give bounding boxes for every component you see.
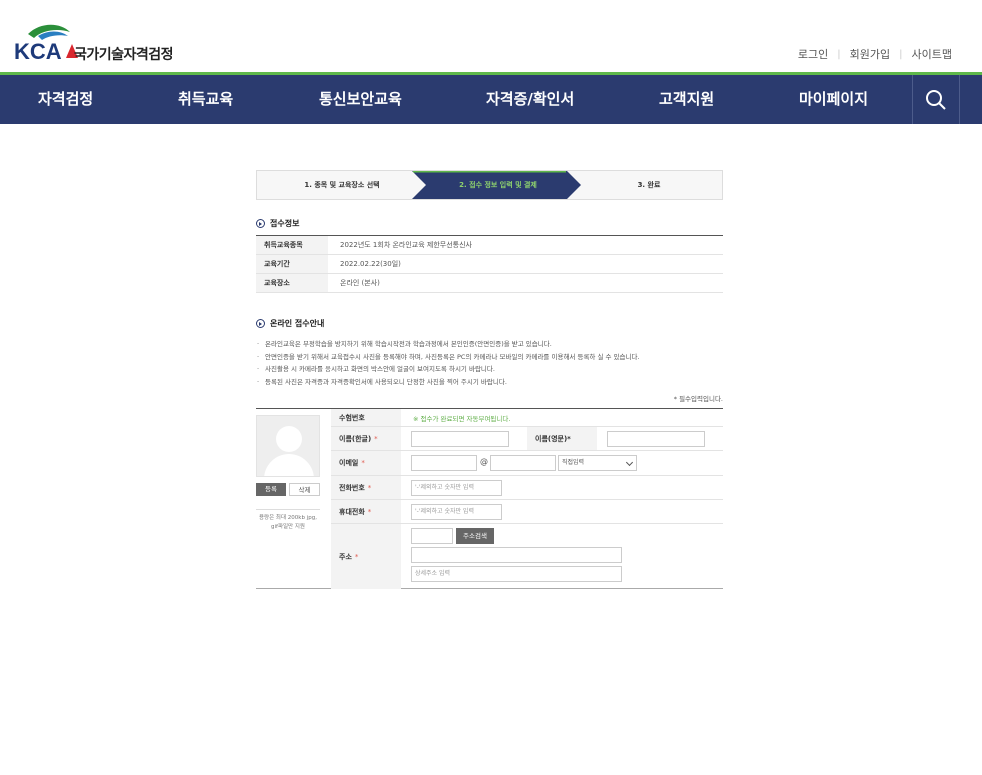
phone-label: 전화번호: [339, 483, 365, 492]
step-3: 3. 완료: [637, 181, 661, 189]
table-row: 교육장소 온라인 (본사): [256, 273, 723, 293]
mobile-input[interactable]: '-'제외하고 숫자만 입력: [411, 504, 502, 521]
at-sign: @: [480, 457, 488, 467]
nav-item-mypage[interactable]: 마이페이지: [799, 75, 868, 124]
chevron-down-icon: [625, 459, 634, 467]
nav-item-security-education[interactable]: 통신보안교육: [319, 75, 402, 124]
row-value: 2022.02.22(30일): [328, 254, 723, 274]
row-label: 취득교육종목: [256, 235, 328, 255]
email-domain-select[interactable]: 직접입력: [558, 455, 637, 472]
main-nav: 자격검정 취득교육 통신보안교육 자격증/확인서 고객지원 마이페이지: [0, 75, 982, 124]
list-item: 안면인증을 받기 위해서 교육접수시 사진을 등록해야 하며, 사진등록은 PC…: [256, 351, 723, 364]
receipt-title: 접수정보: [270, 219, 300, 228]
mobile-label: 휴대전화: [339, 507, 365, 516]
guide-list: 온라인교육은 부정학습을 방지하기 위해 학습시작전과 학습과정에서 본인인증(…: [256, 338, 723, 388]
main-content: 1. 종목 및 교육장소 선택 2. 접수 정보 입력 및 결제 3. 완료 접…: [256, 170, 723, 590]
name-row: 이름(한글) * 이름(영문) *: [331, 427, 723, 452]
nav-item-support[interactable]: 고객지원: [659, 75, 714, 124]
row-label: 교육장소: [256, 273, 328, 293]
name-eng-label: 이름(영문): [535, 434, 568, 443]
required-star: *: [367, 483, 372, 492]
avatar-body-icon: [264, 454, 314, 477]
required-star: *: [361, 459, 365, 468]
list-item: 사진촬용 시 카메라를 응시하고 화면의 박스안에 얼굴이 보여지도록 하시기 …: [256, 363, 723, 376]
email-domain-select-value: 직접입력: [562, 459, 585, 467]
search-button[interactable]: [912, 75, 960, 124]
receipt-section-title: 접수정보: [256, 218, 723, 229]
address-detail-input[interactable]: 상세주소 입력: [411, 566, 622, 583]
section-bullet-icon: [256, 319, 265, 328]
required-star: *: [354, 552, 359, 561]
photo-delete-button[interactable]: 삭제: [289, 483, 320, 497]
util-links: 로그인 | 회원가입 | 사이트맵: [798, 46, 952, 62]
field-label: 이름(한글) *: [331, 427, 401, 451]
exam-number-hint: ※ 접수가 완료되면 자동부여됩니다.: [413, 414, 511, 423]
exam-number-label: 수험번호: [339, 413, 365, 422]
search-icon: [926, 89, 946, 110]
table-row: 취득교육종목 2022년도 1회차 온라인교육 제한무선통신사: [256, 235, 723, 255]
nav-item-education[interactable]: 취득교육: [178, 75, 233, 124]
table-row: 교육기간 2022.02.22(30일): [256, 254, 723, 274]
email-row: 이메일 * @ 직접입력: [331, 451, 723, 477]
divider: |: [899, 48, 903, 60]
email-label: 이메일: [339, 459, 359, 468]
required-star: *: [567, 434, 571, 443]
sitemap-link[interactable]: 사이트맵: [912, 46, 952, 62]
header: KCA 국가기술자격검정 로그인 | 회원가입 | 사이트맵: [0, 0, 982, 72]
nav-item-exam[interactable]: 자격검정: [38, 75, 93, 124]
required-note: * 필수입력입니다.: [673, 395, 723, 404]
name-kor-input[interactable]: [411, 431, 509, 448]
guide-title: 온라인 접수안내: [270, 319, 325, 328]
photo-register-button[interactable]: 등록: [256, 483, 286, 497]
receipt-table: 취득교육종목 2022년도 1회차 온라인교육 제한무선통신사 교육기간 202…: [256, 235, 723, 293]
field-label: 이메일 *: [331, 451, 401, 476]
row-label: 교육기간: [256, 254, 328, 274]
mobile-row: 휴대전화 * '-'제외하고 숫자만 입력: [331, 500, 723, 525]
exam-number-row: 수험번호 ※ 접수가 완료되면 자동부여됩니다.: [331, 409, 723, 428]
required-star: *: [374, 434, 378, 443]
row-value: 온라인 (본사): [328, 273, 723, 293]
step-2: 2. 접수 정보 입력 및 결제: [459, 181, 537, 189]
field-label: 전화번호 *: [331, 476, 401, 500]
nav-item-certificate[interactable]: 자격증/확인서: [486, 75, 574, 124]
signup-link[interactable]: 회원가입: [850, 46, 890, 62]
login-link[interactable]: 로그인: [798, 46, 828, 62]
name-eng-input[interactable]: [607, 431, 705, 448]
guide-section-title: 온라인 접수안내: [256, 318, 723, 329]
email-id-input[interactable]: [411, 455, 477, 472]
zipcode-input[interactable]: [411, 528, 453, 545]
photo-placeholder: [256, 415, 320, 478]
name-kor-label: 이름(한글): [339, 434, 372, 443]
application-form: 등록 삭제 용량은 최대 200kb jpg, gif파일만 지원 수험번호 ※…: [256, 408, 723, 590]
row-value: 2022년도 1회차 온라인교육 제한무선통신사: [328, 235, 723, 255]
field-label: 휴대전화 *: [331, 500, 401, 524]
step-progress: 1. 종목 및 교육장소 선택 2. 접수 정보 입력 및 결제 3. 완료: [256, 170, 723, 200]
divider: |: [837, 48, 841, 60]
email-domain-input[interactable]: [490, 455, 556, 472]
required-star: *: [367, 507, 372, 516]
logo-text: KCA: [14, 39, 62, 62]
address-input[interactable]: [411, 547, 622, 564]
field-label: 수험번호: [331, 409, 401, 427]
photo-note: 용량은 최대 200kb jpg, gif파일만 지원: [256, 509, 320, 532]
field-label: 주소 *: [331, 524, 401, 590]
avatar-head-icon: [276, 426, 302, 453]
section-bullet-icon: [256, 219, 265, 228]
address-search-button[interactable]: 주소검색: [456, 528, 494, 545]
list-item: 등록된 사진은 자격증과 자격증확인서에 사용되오니 단정한 사진을 찍어 주시…: [256, 376, 723, 389]
photo-area: 등록 삭제 용량은 최대 200kb jpg, gif파일만 지원: [256, 409, 331, 589]
field-label: 이름(영문) *: [527, 427, 597, 451]
org-name: 국가기술자격검정: [74, 47, 174, 63]
address-row: 주소 * 주소검색 상세주소 입력: [331, 524, 723, 590]
phone-input[interactable]: '-'제외하고 숫자만 입력: [411, 480, 502, 497]
phone-row: 전화번호 * '-'제외하고 숫자만 입력: [331, 476, 723, 501]
list-item: 온라인교육은 부정학습을 방지하기 위해 학습시작전과 학습과정에서 본인인증(…: [256, 338, 723, 351]
address-label: 주소: [339, 552, 352, 561]
step-1: 1. 종목 및 교육장소 선택: [304, 181, 380, 189]
